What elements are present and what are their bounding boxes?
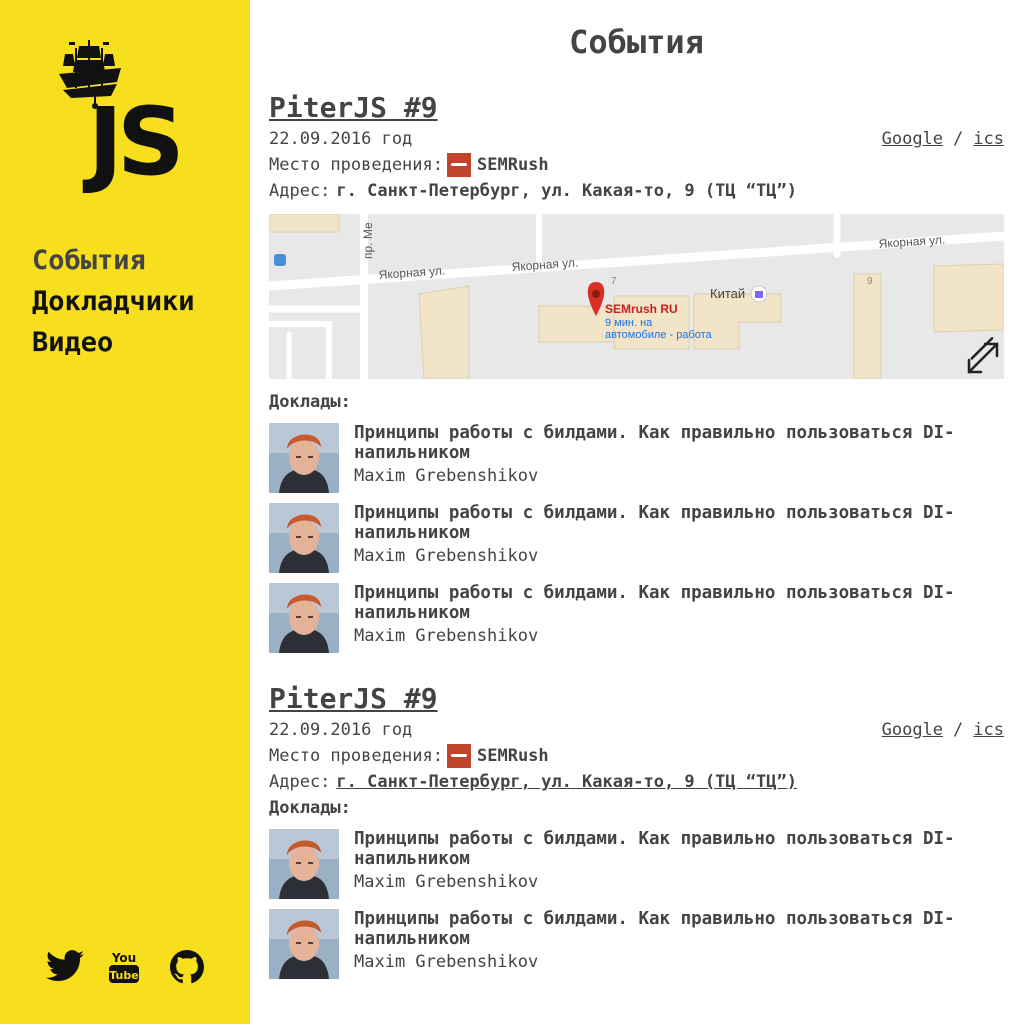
talk-title[interactable]: Принципы работы с билдами. Как правильно… [354,829,1004,869]
venue-label: Место проведения: [269,746,443,766]
speaker-avatar[interactable] [269,503,339,573]
speaker-avatar[interactable] [269,423,339,493]
link-separator: / [953,720,964,740]
venue-name[interactable]: SEMRush [477,152,549,178]
talk-author[interactable]: Maxim Grebenshikov [354,869,1004,895]
google-calendar-link[interactable]: Google [882,720,943,740]
speaker-avatar[interactable] [269,909,339,979]
calendar-links: Google / ics [882,717,1004,743]
main-nav: События Докладчики Видео [32,240,195,363]
address-label: Адрес: [269,772,331,792]
github-icon[interactable] [170,950,206,986]
event-date: 22.09.2016 год [269,720,413,740]
talk-item: Принципы работы с билдами. Как правильно… [269,423,1004,495]
marker-subtitle: автомобиле - работа [605,329,713,341]
nav-item-events[interactable]: События [32,240,195,281]
transit-icon [274,254,286,266]
talk-title[interactable]: Принципы работы с билдами. Как правильно… [354,583,1004,623]
address-label: Адрес: [269,181,331,201]
shopping-icon [750,285,768,303]
nav-item-video[interactable]: Видео [32,322,195,363]
svg-text:You: You [111,951,136,965]
talk-author[interactable]: Maxim Grebenshikov [354,463,1004,489]
speaker-avatar[interactable] [269,829,339,899]
talk-title[interactable]: Принципы работы с билдами. Как правильно… [354,909,1004,949]
google-calendar-link[interactable]: Google [882,129,943,149]
semrush-logo-icon [447,153,471,177]
ics-link[interactable]: ics [973,129,1004,149]
marker-title: SEMrush RU [605,302,678,316]
twitter-icon[interactable] [46,950,84,986]
youtube-icon[interactable]: You Tube [108,950,144,986]
event-map[interactable]: Якорная ул. Якорная ул. Якорная ул. пр. … [269,214,1004,379]
social-links: You Tube [46,950,206,986]
address-link[interactable]: г. Санкт-Петербург, ул. Какая-то, 9 (ТЦ … [336,769,797,795]
event-card: PiterJS #9 22.09.2016 год Google / ics Мес… [269,681,1004,981]
address-value: г. Санкт-Петербург, ул. Какая-то, 9 (ТЦ … [336,181,797,201]
talk-item: Принципы работы с билдами. Как правильно… [269,829,1004,901]
link-separator: / [953,129,964,149]
event-title[interactable]: PiterJS #9 [269,90,438,126]
address-row: Адрес: г. Санкт-Петербург, ул. Какая-то,… [269,178,1004,204]
event-date-row: 22.09.2016 год Google / ics [269,717,1004,743]
semrush-logo-icon [447,744,471,768]
sidebar: JS События Докладчики Видео You Tube [0,0,250,1024]
page-title: События [569,23,704,61]
nav-item-speakers[interactable]: Докладчики [32,281,195,322]
address-row: Адрес: г. Санкт-Петербург, ул. Какая-то,… [269,769,1004,795]
piterjs-logo[interactable]: JS [55,38,205,197]
talks-label: Доклады: [269,798,351,818]
event-date-row: 22.09.2016 год Google / ics [269,126,1004,152]
venue-row: Место проведения: SEMRush [269,743,1004,769]
event-card: PiterJS #9 22.09.2016 год Google / ics Мес… [269,90,1004,655]
speaker-avatar[interactable] [269,583,339,653]
map-canvas: Якорная ул. Якорная ул. Якорная ул. пр. … [269,214,1004,379]
svg-text:Tube: Tube [109,969,138,982]
poi-label: Китай [710,286,745,301]
calendar-links: Google / ics [882,126,1004,152]
event-date: 22.09.2016 год [269,129,413,149]
talk-title[interactable]: Принципы работы с билдами. Как правильно… [354,503,1004,543]
talk-item: Принципы работы с билдами. Как правильно… [269,503,1004,575]
marker-subtitle: 9 мин. на [605,317,653,329]
venue-label: Место проведения: [269,155,443,175]
talk-title[interactable]: Принципы работы с билдами. Как правильно… [354,423,1004,463]
house-number: 9 [867,276,873,287]
venue-row: Место проведения: SEMRush [269,152,1004,178]
talk-author[interactable]: Maxim Grebenshikov [354,623,1004,649]
logo-text: JS [88,88,185,197]
main-content: События PiterJS #9 22.09.2016 год Google… [269,0,1004,1024]
talks-label: Доклады: [269,392,351,412]
event-title[interactable]: PiterJS #9 [269,681,438,717]
talk-author[interactable]: Maxim Grebenshikov [354,543,1004,569]
house-number: 7 [611,276,617,287]
talk-item: Принципы работы с билдами. Как правильно… [269,583,1004,655]
talk-item: Принципы работы с билдами. Как правильно… [269,909,1004,981]
talk-author[interactable]: Maxim Grebenshikov [354,949,1004,975]
street-label: пр. Ме [361,222,375,259]
ics-link[interactable]: ics [973,720,1004,740]
venue-name[interactable]: SEMRush [477,743,549,769]
